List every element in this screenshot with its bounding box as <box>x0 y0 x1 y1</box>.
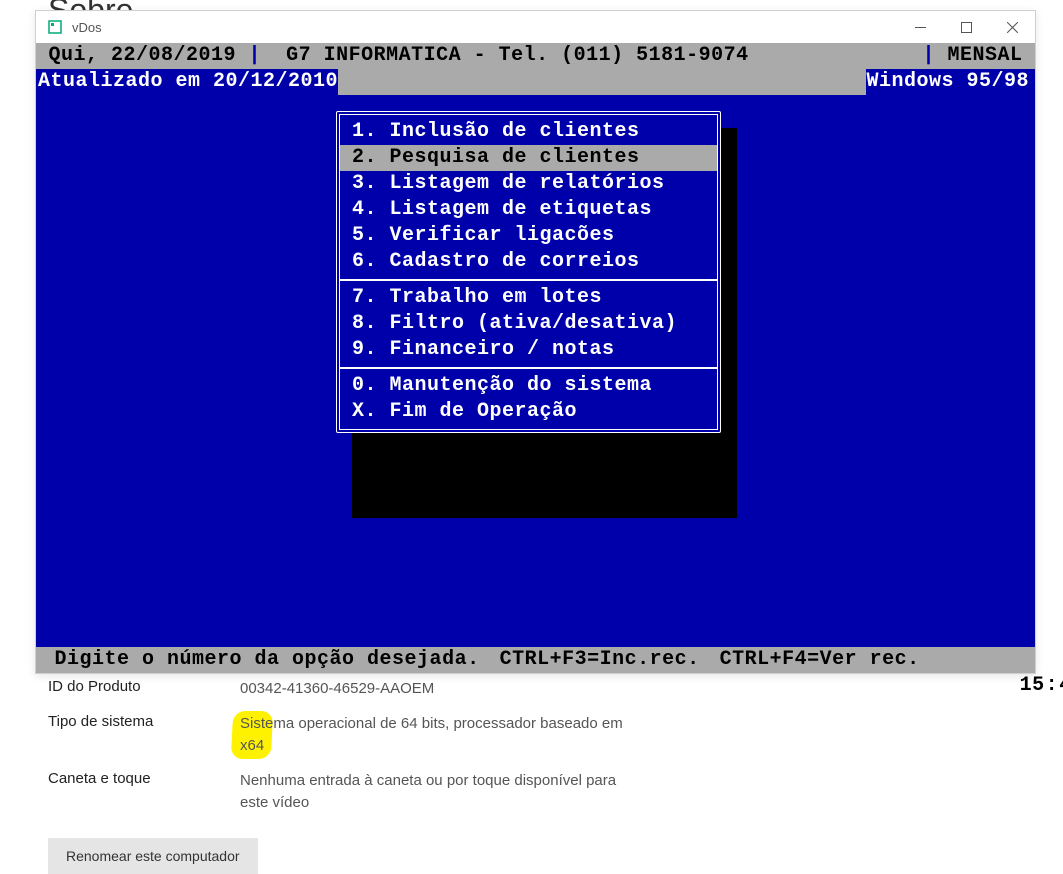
vdos-window: vDos Qui, 22/08/2019 | G7 INFORMATICA - … <box>35 10 1036 674</box>
dos-footer: Digite o número da opção desejada. CTRL+… <box>36 647 1035 673</box>
titlebar[interactable]: vDos <box>36 11 1035 43</box>
menu-item-8[interactable]: 8. Filtro (ativa/desativa) <box>340 311 717 337</box>
menu-item-7[interactable]: 7. Trabalho em lotes <box>340 285 717 311</box>
menu-item-9[interactable]: 9. Financeiro / notas <box>340 337 717 363</box>
info-label: Caneta e toque <box>48 770 240 815</box>
menu-item-3[interactable]: 3. Listagem de relatórios <box>340 171 717 197</box>
dos-header: Qui, 22/08/2019 | G7 INFORMATICA - Tel. … <box>36 43 1035 69</box>
menu-item-5[interactable]: 5. Verificar ligacões <box>340 223 717 249</box>
menu-item-1[interactable]: 1. Inclusão de clientes <box>340 119 717 145</box>
minimize-button[interactable] <box>897 11 943 43</box>
footer-help2: CTRL+F4=Ver rec. <box>720 647 920 673</box>
window-controls <box>897 11 1035 43</box>
header-mode: MENSAL <box>935 43 1035 69</box>
menu-item-x[interactable]: X. Fim de Operação <box>340 399 717 425</box>
maximize-button[interactable] <box>943 11 989 43</box>
menu-item-4[interactable]: 4. Listagem de etiquetas <box>340 197 717 223</box>
footer-help1: CTRL+F3=Inc.rec. <box>500 647 700 673</box>
rename-computer-button[interactable]: Renomear este computador <box>48 838 258 874</box>
info-label: Tipo de sistema <box>48 713 240 758</box>
menu-box: 1. Inclusão de clientes 2. Pesquisa de c… <box>336 111 721 433</box>
info-value: Sistema operacional de 64 bits, processa… <box>240 713 640 758</box>
dos-screen[interactable]: Qui, 22/08/2019 | G7 INFORMATICA - Tel. … <box>36 43 1035 673</box>
highlighted-text: Sistema operacional de 64 bits, processa… <box>240 715 623 755</box>
update-date: Atualizado em 20/12/2010 <box>36 69 338 95</box>
system-info: ID do Produto 00342-41360-46529-AAOEM Ti… <box>48 678 1028 827</box>
update-os: Windows 95/98 <box>866 69 1035 95</box>
menu-divider <box>340 279 717 281</box>
footer-time: 15:42 <box>920 647 1063 673</box>
menu-item-6[interactable]: 6. Cadastro de correios <box>340 249 717 275</box>
menu-item-0[interactable]: 0. Manutenção do sistema <box>340 373 717 399</box>
menu-item-2[interactable]: 2. Pesquisa de clientes <box>340 145 717 171</box>
info-value: Nenhuma entrada à caneta ou por toque di… <box>240 770 640 815</box>
info-row-system-type: Tipo de sistema Sistema operacional de 6… <box>48 713 1028 758</box>
menu-divider <box>340 367 717 369</box>
info-value: 00342-41360-46529-AAOEM <box>240 678 434 701</box>
info-label: ID do Produto <box>48 678 240 701</box>
info-row-product-id: ID do Produto 00342-41360-46529-AAOEM <box>48 678 1028 701</box>
app-icon <box>46 18 64 36</box>
footer-prompt: Digite o número da opção desejada. <box>36 647 480 673</box>
info-row-pen-touch: Caneta e toque Nenhuma entrada à caneta … <box>48 770 1028 815</box>
window-title: vDos <box>72 20 102 35</box>
close-button[interactable] <box>989 11 1035 43</box>
header-date: Qui, 22/08/2019 <box>36 43 249 69</box>
dos-update-row: Atualizado em 20/12/2010 Windows 95/98 <box>36 69 1035 95</box>
header-company: G7 INFORMATICA - Tel. (011) 5181-9074 <box>261 43 749 69</box>
